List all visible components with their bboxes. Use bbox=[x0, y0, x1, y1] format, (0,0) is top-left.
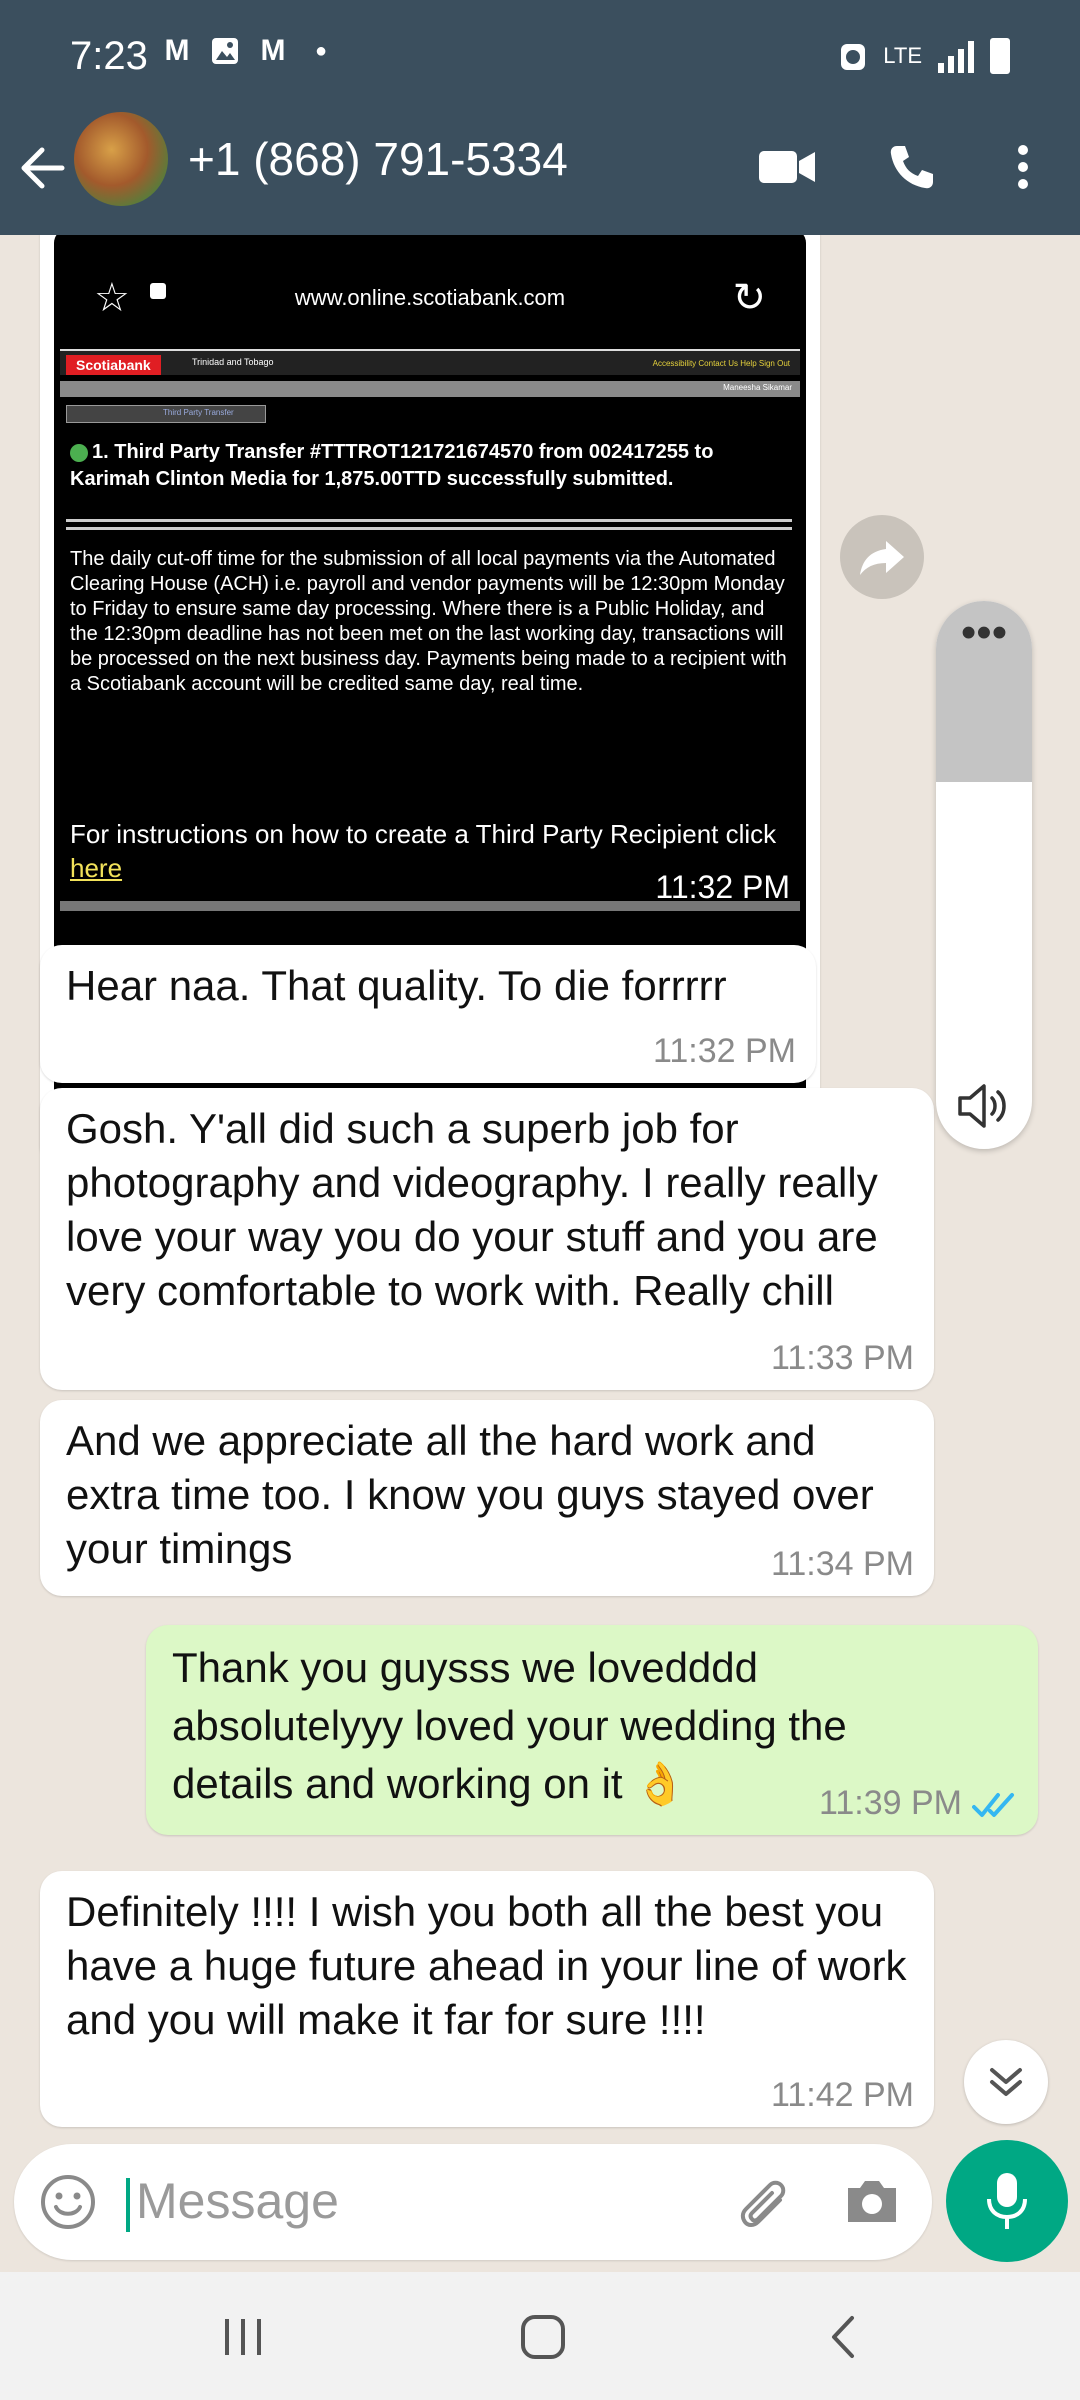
message-time: 11:42 PM bbox=[770, 2076, 914, 2114]
divider bbox=[66, 519, 792, 522]
message-text: Thank you guysss we lovedddd absolutelyy… bbox=[172, 1644, 847, 1807]
bank-tab: Third Party Transfer bbox=[66, 405, 266, 423]
alarm-icon bbox=[841, 44, 866, 70]
dot-icon: ● bbox=[314, 39, 328, 62]
image-url: www.online.scotiabank.com bbox=[294, 285, 566, 310]
image-body-text: The daily cut-off time for the submissio… bbox=[70, 548, 787, 695]
bank-location: Trinidad and Tobago bbox=[192, 357, 274, 367]
reload-icon: ↻ bbox=[732, 276, 766, 320]
emoji-icon[interactable] bbox=[38, 2172, 98, 2232]
message-text: Hear naa. That quality. To die forrrrr bbox=[66, 962, 727, 1009]
divider bbox=[66, 527, 792, 530]
success-icon bbox=[70, 443, 88, 462]
message-text: Gosh. Y'all did such a superb job for ph… bbox=[66, 1105, 878, 1314]
chevron-down-icon bbox=[990, 2068, 1022, 2096]
message-time: 11:39 PM bbox=[818, 1784, 962, 1822]
message-bubble-incoming[interactable]: Hear naa. That quality. To die forrrrr 1… bbox=[40, 945, 816, 1083]
speaker-icon[interactable] bbox=[956, 1081, 1012, 1136]
read-ticks-icon bbox=[972, 1793, 1014, 1817]
avatar[interactable] bbox=[74, 112, 168, 206]
message-time: 11:34 PM bbox=[770, 1545, 914, 1583]
confirmation-text: 1. Third Party Transfer #TTTROT121721674… bbox=[70, 441, 714, 490]
chat-header: +1 (868) 791-5334 bbox=[0, 110, 1080, 235]
message-bubble-outgoing[interactable]: Thank you guysss we lovedddd absolutelyy… bbox=[146, 1625, 1038, 1835]
home-icon[interactable] bbox=[508, 2302, 578, 2372]
image-bottom-bar bbox=[60, 901, 800, 911]
scroll-down-button[interactable] bbox=[964, 2040, 1048, 2124]
transfer-confirmation: 1. Third Party Transfer #TTTROT121721674… bbox=[70, 439, 790, 493]
more-options-icon[interactable] bbox=[988, 132, 1058, 202]
recent-apps-icon[interactable] bbox=[208, 2302, 278, 2372]
bank-nav: Maneesha Sikamar bbox=[60, 381, 800, 397]
status-right: LTE bbox=[839, 38, 1010, 74]
bank-header: Scotiabank Trinidad and Tobago Accessibi… bbox=[60, 349, 800, 375]
message-time: 11:33 PM bbox=[770, 1339, 914, 1377]
back-nav-icon[interactable] bbox=[808, 2302, 878, 2372]
message-bubble-incoming[interactable]: Gosh. Y'all did such a superb job for ph… bbox=[40, 1088, 934, 1390]
system-nav-bar bbox=[0, 2272, 1080, 2400]
back-arrow-icon[interactable] bbox=[18, 138, 68, 198]
voice-call-icon[interactable] bbox=[877, 132, 947, 202]
gmail-icon: M bbox=[260, 34, 286, 67]
message-text: Definitely !!!! I wish you both all the … bbox=[66, 1888, 907, 2043]
attach-icon[interactable] bbox=[730, 2170, 794, 2234]
chat-area[interactable]: ☆ www.online.scotiabank.com ↻ Scotiabank… bbox=[0, 235, 1080, 2145]
bank-tab-label: Third Party Transfer bbox=[163, 408, 234, 417]
top-bar: 7:23 M M ● LTE +1 (868) 791-5334 bbox=[0, 0, 1080, 235]
gallery-icon bbox=[208, 36, 242, 66]
gmail-icon: M bbox=[164, 34, 190, 67]
contact-name[interactable]: +1 (868) 791-5334 bbox=[188, 132, 568, 186]
network-type: LTE bbox=[883, 43, 922, 68]
bank-logo: Scotiabank bbox=[66, 355, 161, 375]
text-cursor bbox=[126, 2178, 130, 2232]
status-time: 7:23 bbox=[70, 34, 148, 78]
battery-icon bbox=[990, 38, 1010, 74]
more-dots-icon[interactable]: ••• bbox=[936, 611, 1032, 655]
voice-message-button[interactable] bbox=[946, 2140, 1068, 2262]
message-time: 11:32 PM bbox=[652, 1032, 796, 1070]
message-bubble-incoming[interactable]: And we appreciate all the hard work and … bbox=[40, 1400, 934, 1596]
instructions-link: here bbox=[70, 853, 123, 883]
bank-links: Accessibility Contact Us Help Sign Out bbox=[652, 359, 790, 368]
status-bar: 7:23 M M ● LTE bbox=[0, 0, 1080, 118]
message-input-box[interactable]: Message bbox=[14, 2144, 932, 2260]
signal-icon bbox=[938, 39, 974, 73]
message-input[interactable]: Message bbox=[136, 2172, 339, 2230]
message-bubble-incoming[interactable]: Definitely !!!! I wish you both all the … bbox=[40, 1871, 934, 2127]
video-call-icon[interactable] bbox=[752, 132, 822, 202]
instructions-text: For instructions on how to create a Thir… bbox=[70, 819, 777, 849]
notification-icons: M M ● bbox=[160, 34, 338, 67]
forward-icon[interactable] bbox=[840, 515, 924, 599]
microphone-icon bbox=[987, 2173, 1027, 2229]
bank-user: Maneesha Sikamar bbox=[723, 383, 792, 392]
volume-panel[interactable]: ••• bbox=[936, 601, 1032, 1149]
camera-icon[interactable] bbox=[840, 2170, 904, 2234]
